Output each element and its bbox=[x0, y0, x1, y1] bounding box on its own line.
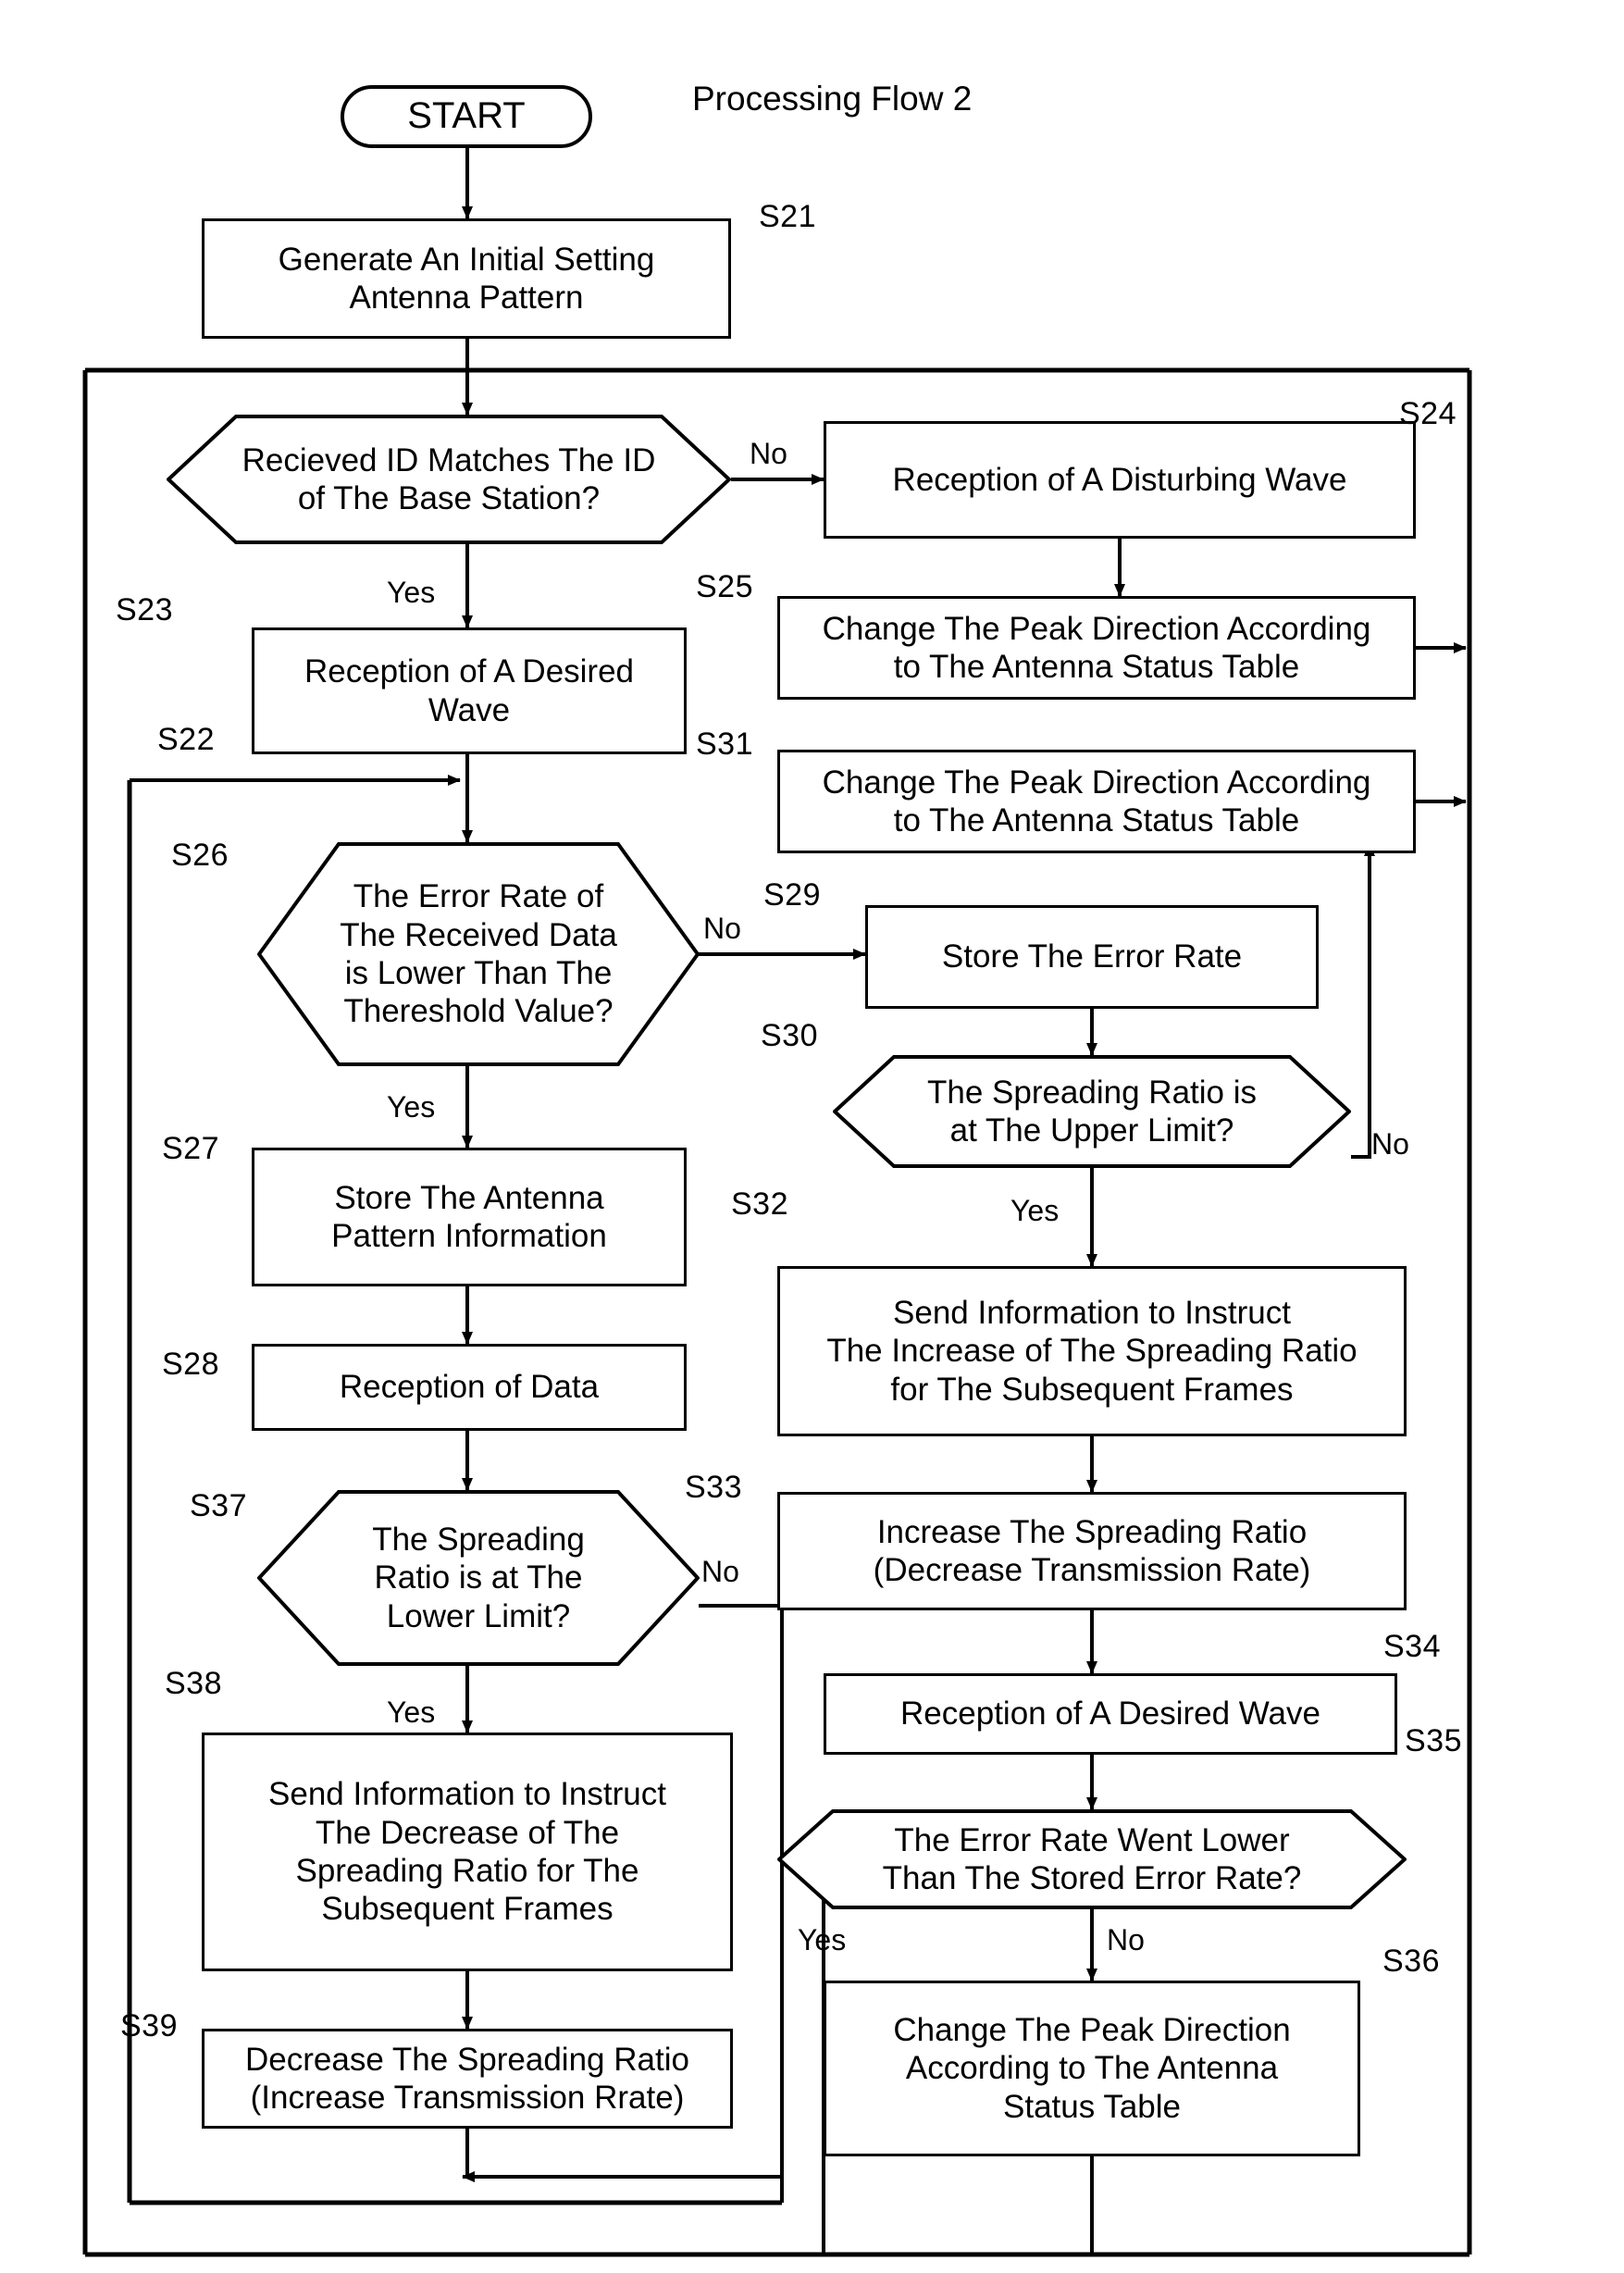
node-s22: Reception of A Desired Wave bbox=[252, 627, 687, 754]
node-s32-label: Send Information to Instruct The Increas… bbox=[826, 1295, 1357, 1408]
node-start-label: START bbox=[407, 95, 526, 137]
step-tag-s32: S32 bbox=[731, 1186, 788, 1222]
node-s39: Decrease The Spreading Ratio (Increase T… bbox=[202, 2029, 733, 2129]
node-s29-label: Store The Error Rate bbox=[941, 938, 1243, 975]
node-s30: The Spreading Ratio is at The Upper Limi… bbox=[833, 1055, 1351, 1168]
node-s31: Change The Peak Direction According to T… bbox=[777, 750, 1416, 853]
step-tag-s27: S27 bbox=[162, 1131, 219, 1166]
node-s28: Reception of Data bbox=[252, 1344, 687, 1431]
node-s24-label: Reception of A Disturbing Wave bbox=[892, 461, 1347, 498]
node-s36-label: Change The Peak Direction According to T… bbox=[893, 2012, 1291, 2125]
edge-label-s26-no: No bbox=[703, 912, 741, 945]
step-tag-s21: S21 bbox=[759, 199, 816, 234]
node-s37: The Spreading Ratio is at The Lower Limi… bbox=[257, 1490, 700, 1666]
edge-label-s37-no: No bbox=[701, 1555, 739, 1588]
node-s39-label: Decrease The Spreading Ratio (Increase T… bbox=[245, 2041, 689, 2116]
node-s26-label: The Error Rate of The Received Data is L… bbox=[340, 878, 617, 1030]
step-tag-s29: S29 bbox=[763, 877, 821, 913]
edge-label-s23-no: No bbox=[750, 437, 787, 470]
node-s23: Recieved ID Matches The ID of The Base S… bbox=[167, 415, 731, 544]
step-tag-s23: S23 bbox=[116, 592, 173, 627]
step-tag-s35: S35 bbox=[1405, 1723, 1462, 1758]
edge-label-s30-yes: Yes bbox=[1010, 1194, 1060, 1227]
node-s26: The Error Rate of The Received Data is L… bbox=[257, 842, 700, 1066]
edge-label-s26-yes: Yes bbox=[387, 1090, 436, 1124]
flowchart-canvas: Processing Flow 2 START Generate An Init… bbox=[0, 0, 1624, 2273]
step-tag-s22: S22 bbox=[157, 722, 215, 757]
edge-label-s23-yes: Yes bbox=[387, 576, 436, 609]
node-s21: Generate An Initial Setting Antenna Patt… bbox=[202, 218, 731, 339]
node-s27: Store The Antenna Pattern Information bbox=[252, 1148, 687, 1286]
step-tag-s37: S37 bbox=[190, 1488, 247, 1523]
step-tag-s36: S36 bbox=[1382, 1944, 1440, 1979]
node-s36: Change The Peak Direction According to T… bbox=[824, 1981, 1360, 2156]
edge-label-s30-no: No bbox=[1371, 1127, 1409, 1161]
step-tag-s28: S28 bbox=[162, 1347, 219, 1382]
node-s25-label: Change The Peak Direction According to T… bbox=[822, 610, 1371, 685]
node-s37-label: The Spreading Ratio is at The Lower Limi… bbox=[372, 1522, 585, 1634]
node-s28-label: Reception of Data bbox=[339, 1369, 600, 1406]
node-s23-label: Recieved ID Matches The ID of The Base S… bbox=[242, 441, 656, 516]
step-tag-s24: S24 bbox=[1399, 396, 1457, 431]
step-tag-s31: S31 bbox=[696, 727, 753, 762]
figure-title: Processing Flow 2 bbox=[692, 80, 973, 118]
step-tag-s26: S26 bbox=[171, 838, 229, 873]
step-tag-s38: S38 bbox=[165, 1666, 222, 1701]
node-s22-label: Reception of A Desired Wave bbox=[304, 653, 635, 728]
edge-label-s35-no: No bbox=[1107, 1923, 1145, 1956]
node-s21-label: Generate An Initial Setting Antenna Patt… bbox=[278, 241, 655, 316]
step-tag-s30: S30 bbox=[761, 1018, 818, 1053]
node-s30-label: The Spreading Ratio is at The Upper Limi… bbox=[926, 1074, 1258, 1149]
node-s34-label: Reception of A Desired Wave bbox=[900, 1695, 1320, 1733]
edge-label-s37-yes: Yes bbox=[387, 1695, 436, 1729]
node-s24: Reception of A Disturbing Wave bbox=[824, 421, 1416, 539]
node-s33: Increase The Spreading Ratio (Decrease T… bbox=[777, 1492, 1407, 1610]
node-s25: Change The Peak Direction According to T… bbox=[777, 596, 1416, 700]
node-s27-label: Store The Antenna Pattern Information bbox=[331, 1179, 607, 1254]
node-s38: Send Information to Instruct The Decreas… bbox=[202, 1733, 733, 1971]
node-s31-label: Change The Peak Direction According to T… bbox=[822, 764, 1371, 838]
node-s35: The Error Rate Went Lower Than The Store… bbox=[777, 1809, 1407, 1909]
node-s29: Store The Error Rate bbox=[865, 905, 1319, 1009]
node-s33-label: Increase The Spreading Ratio (Decrease T… bbox=[873, 1513, 1311, 1588]
node-s35-label: The Error Rate Went Lower Than The Store… bbox=[882, 1821, 1302, 1896]
step-tag-s39: S39 bbox=[120, 2008, 178, 2043]
step-tag-s25: S25 bbox=[696, 569, 753, 604]
step-tag-s34: S34 bbox=[1383, 1629, 1441, 1664]
edge-label-s35-yes: Yes bbox=[798, 1923, 847, 1956]
node-s38-label: Send Information to Instruct The Decreas… bbox=[268, 1776, 666, 1928]
node-s32: Send Information to Instruct The Increas… bbox=[777, 1266, 1407, 1436]
node-start: START bbox=[341, 85, 592, 148]
node-s34: Reception of A Desired Wave bbox=[824, 1673, 1397, 1755]
